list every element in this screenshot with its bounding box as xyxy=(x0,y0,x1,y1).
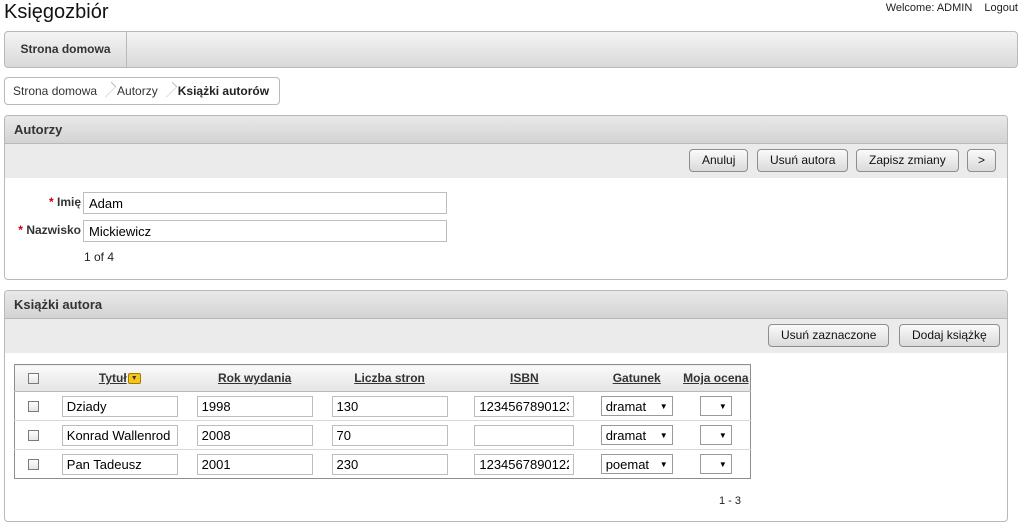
rating-select[interactable]: ▼ xyxy=(699,396,732,416)
genre-select-value: poemat xyxy=(605,456,650,472)
last-name-input[interactable] xyxy=(83,220,447,242)
delete-author-button[interactable]: Usuń autora xyxy=(757,149,849,172)
book-isbn-input[interactable] xyxy=(474,424,575,446)
breadcrumb-home[interactable]: Strona domowa xyxy=(13,84,97,98)
book-title-input[interactable] xyxy=(61,424,178,446)
delete-selected-button[interactable]: Usuń zaznaczone xyxy=(768,324,890,347)
chevron-down-icon: ▼ xyxy=(718,430,727,440)
first-name-label: * Imię xyxy=(45,195,81,209)
genre-select[interactable]: dramat ▼ xyxy=(600,396,673,416)
book-pages-input[interactable] xyxy=(331,395,448,417)
breadcrumb: Strona domowa Autorzy Książki autorów xyxy=(4,77,281,105)
table-row: dramat ▼ ▼ xyxy=(14,420,751,450)
authors-toolbar: Anuluj Usuń autora Zapisz zmiany > xyxy=(5,144,1007,178)
required-marker: * xyxy=(48,195,54,209)
books-toolbar: Usuń zaznaczone Dodaj książkę xyxy=(5,319,1007,353)
main-navbar: Strona domowa xyxy=(4,31,1018,68)
save-changes-button[interactable]: Zapisz zmiany xyxy=(856,149,959,172)
first-name-label-text: Imię xyxy=(56,195,81,209)
table-row: dramat ▼ ▼ xyxy=(14,391,751,421)
last-name-label: * Nazwisko xyxy=(11,223,81,237)
book-pages-input[interactable] xyxy=(331,424,448,446)
book-isbn-input[interactable] xyxy=(474,395,575,417)
nav-tab-home[interactable]: Strona domowa xyxy=(5,32,127,67)
column-header-pages[interactable]: Liczba stron xyxy=(322,364,457,392)
next-record-button[interactable]: > xyxy=(967,149,997,172)
column-header-title[interactable]: Tytuł ▼ xyxy=(52,364,188,392)
column-header-year[interactable]: Rok wydania xyxy=(187,364,323,392)
chevron-down-icon: ▼ xyxy=(718,401,727,411)
welcome-text: Welcome: ADMIN xyxy=(885,2,973,14)
authors-panel: Autorzy Anuluj Usuń autora Zapisz zmiany… xyxy=(4,115,1008,280)
select-all-header[interactable] xyxy=(14,364,53,392)
breadcrumb-current: Książki autorów xyxy=(177,84,270,98)
chevron-down-icon: ▼ xyxy=(659,401,668,411)
books-panel: Książki autora Usuń zaznaczone Dodaj ksi… xyxy=(4,290,1008,522)
required-marker: * xyxy=(18,223,23,237)
column-header-genre[interactable]: Gatunek xyxy=(591,364,682,392)
breadcrumb-authors[interactable]: Autorzy xyxy=(117,84,158,98)
authors-pager: 1 of 4 xyxy=(84,250,115,264)
logout-link[interactable]: Logout xyxy=(984,2,1018,14)
breadcrumb-separator-icon xyxy=(164,78,172,104)
row-checkbox[interactable] xyxy=(28,430,40,442)
chevron-down-icon: ▼ xyxy=(718,459,727,469)
rating-select[interactable]: ▼ xyxy=(699,454,732,474)
book-title-input[interactable] xyxy=(61,395,178,417)
row-checkbox[interactable] xyxy=(28,401,40,413)
row-checkbox[interactable] xyxy=(28,459,40,471)
book-year-input[interactable] xyxy=(196,453,313,475)
column-header-rating[interactable]: Moja ocena xyxy=(681,364,751,392)
genre-select-value: dramat xyxy=(605,427,647,443)
book-isbn-input[interactable] xyxy=(474,453,575,475)
column-header-title-label[interactable]: Tytuł xyxy=(99,371,127,385)
table-header-row: Tytuł ▼ Rok wydania Liczba stron ISBN Gat… xyxy=(14,364,751,392)
app-title: Księgozbiór xyxy=(4,1,109,23)
add-book-button[interactable]: Dodaj książkę xyxy=(899,324,1000,347)
genre-select[interactable]: poemat ▼ xyxy=(600,454,673,474)
last-name-label-text: Nazwisko xyxy=(26,223,81,237)
books-table: Tytuł ▼ Rok wydania Liczba stron ISBN Gat… xyxy=(14,364,751,479)
book-year-input[interactable] xyxy=(196,424,313,446)
chevron-down-icon: ▼ xyxy=(659,430,668,440)
authors-panel-title: Autorzy xyxy=(5,116,1007,144)
breadcrumb-separator-icon xyxy=(103,78,111,104)
genre-select-value: dramat xyxy=(605,398,647,414)
book-year-input[interactable] xyxy=(196,395,313,417)
cancel-button[interactable]: Anuluj xyxy=(689,149,749,172)
chevron-down-icon: ▼ xyxy=(659,459,668,469)
book-pages-input[interactable] xyxy=(331,453,448,475)
column-header-isbn[interactable]: ISBN xyxy=(456,364,592,392)
books-pager: 1 - 3 xyxy=(719,495,742,507)
sort-desc-icon[interactable]: ▼ xyxy=(127,373,141,385)
rating-select[interactable]: ▼ xyxy=(699,425,732,445)
table-row: poemat ▼ ▼ xyxy=(15,450,751,479)
select-all-checkbox[interactable] xyxy=(28,373,40,385)
books-panel-title: Książki autora xyxy=(5,291,1007,319)
first-name-input[interactable] xyxy=(83,192,447,214)
book-title-input[interactable] xyxy=(61,453,178,475)
genre-select[interactable]: dramat ▼ xyxy=(600,425,673,445)
top-links: Welcome: ADMIN Logout xyxy=(877,2,1018,14)
